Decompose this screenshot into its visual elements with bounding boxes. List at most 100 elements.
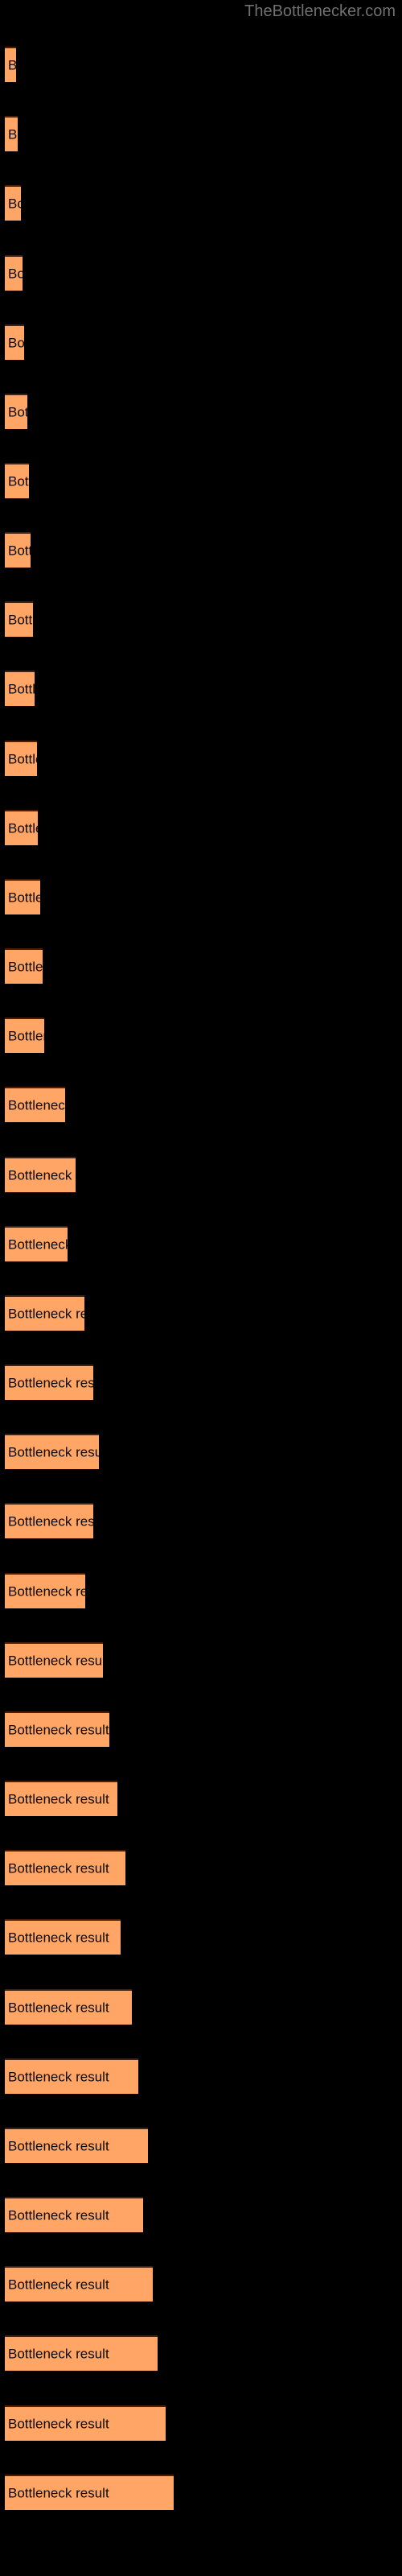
bar-row: Bottleneck result: [0, 1157, 402, 1192]
bar-label: Bottleneck result: [8, 2277, 109, 2293]
bar-label: Bottleneck result: [8, 2346, 109, 2362]
bar-label: Bottleneck result: [8, 2000, 109, 2016]
bar[interactable]: Bottleneck result: [5, 1364, 93, 1400]
bar[interactable]: Bottleneck result: [5, 741, 37, 776]
bar-row: Bottleneck result: [0, 2058, 402, 2094]
bar[interactable]: Bottleneck result: [5, 1711, 109, 1747]
bar-label: Bottleneck result: [8, 1097, 65, 1113]
bar[interactable]: Bottleneck result: [5, 2475, 174, 2510]
bar[interactable]: Bottleneck result: [5, 1018, 44, 1053]
bar-label: Bottleneck result: [8, 335, 24, 351]
bar-row: Bottleneck result: [0, 255, 402, 291]
bar[interactable]: Bottleneck result: [5, 1295, 84, 1331]
bar[interactable]: Bottleneck result: [5, 116, 18, 151]
bar[interactable]: Bottleneck result: [5, 1503, 93, 1538]
bar-label: Bottleneck result: [8, 1583, 85, 1600]
bar-row: Bottleneck result: [0, 1503, 402, 1538]
bar[interactable]: Bottleneck result: [5, 2197, 143, 2232]
bar-row: Bottleneck result: [0, 1850, 402, 1885]
bar-row: Bottleneck result: [0, 1573, 402, 1608]
bar-label: Bottleneck result: [8, 1306, 84, 1322]
bar-row: Bottleneck result: [0, 1711, 402, 1747]
bar-label: Bottleneck result: [8, 266, 23, 282]
bar[interactable]: Bottleneck result: [5, 671, 35, 706]
bar-label: Bottleneck result: [8, 2069, 109, 2085]
bar-row: Bottleneck result: [0, 2266, 402, 2301]
bar[interactable]: Bottleneck result: [5, 394, 27, 429]
bar-label: Bottleneck result: [8, 1167, 76, 1183]
bar[interactable]: Bottleneck result: [5, 463, 29, 498]
bar[interactable]: Bottleneck result: [5, 2128, 148, 2163]
bar[interactable]: Bottleneck result: [5, 2266, 153, 2301]
bar[interactable]: Bottleneck result: [5, 324, 24, 360]
bar-chart: TheBottlenecker.com Bottleneck resultBot…: [0, 0, 402, 2576]
bar-label: Bottleneck result: [8, 1930, 109, 1946]
bar-row: Bottleneck result: [0, 1295, 402, 1331]
bar[interactable]: Bottleneck result: [5, 601, 33, 637]
bar-label: Bottleneck result: [8, 751, 37, 767]
bar[interactable]: Bottleneck result: [5, 948, 43, 984]
bar-label: Bottleneck result: [8, 612, 33, 628]
bar-label: Bottleneck result: [8, 58, 16, 73]
bar-label: Bottleneck result: [8, 959, 43, 975]
bar[interactable]: Bottleneck result: [5, 255, 23, 291]
bar-label: Bottleneck result: [8, 1513, 93, 1530]
bar-row: Bottleneck result: [0, 1919, 402, 1955]
bar-row: Bottleneck result: [0, 185, 402, 221]
bar-row: Bottleneck result: [0, 879, 402, 914]
bar[interactable]: Bottleneck result: [5, 1642, 103, 1678]
bar-label: Bottleneck result: [8, 2207, 109, 2223]
bar[interactable]: Bottleneck result: [5, 1850, 125, 1885]
bar-label: Bottleneck result: [8, 820, 38, 836]
bar-row: Bottleneck result: [0, 47, 402, 82]
bar-row: Bottleneck result: [0, 948, 402, 984]
bar[interactable]: Bottleneck result: [5, 1919, 121, 1955]
bar-row: Bottleneck result: [0, 741, 402, 776]
bars-layer: Bottleneck result Bottleneck result Bottle…: [0, 0, 402, 2576]
bar-row: Bottleneck result: [0, 1226, 402, 1261]
bar-label: Bottleneck result: [8, 1028, 44, 1044]
bar-row: Bottleneck result: [0, 2475, 402, 2510]
bar-row: Bottleneck result: [0, 116, 402, 151]
bar-row: Bottleneck result: [0, 324, 402, 360]
bar-label: Bottleneck result: [8, 473, 29, 489]
bar-label: Bottleneck result: [8, 1722, 109, 1738]
bar[interactable]: Bottleneck result: [5, 810, 38, 845]
bar-row: Bottleneck result: [0, 1781, 402, 1816]
bar-label: Bottleneck result: [8, 196, 21, 212]
bar-row: Bottleneck result: [0, 810, 402, 845]
bar-row: Bottleneck result: [0, 2405, 402, 2441]
bar-row: Bottleneck result: [0, 1364, 402, 1400]
bar[interactable]: Bottleneck result: [5, 47, 16, 82]
bar-row: Bottleneck result: [0, 601, 402, 637]
bar-label: Bottleneck result: [8, 2416, 109, 2432]
bar[interactable]: Bottleneck result: [5, 1087, 65, 1122]
bar-label: Bottleneck result: [8, 404, 27, 420]
bar-label: Bottleneck result: [8, 2138, 109, 2154]
bar-label: Bottleneck result: [8, 126, 18, 142]
bar-row: Bottleneck result: [0, 671, 402, 706]
bar-label: Bottleneck result: [8, 1860, 109, 1876]
bar-row: Bottleneck result: [0, 532, 402, 568]
bar-row: Bottleneck result: [0, 2128, 402, 2163]
bar-row: Bottleneck result: [0, 1434, 402, 1469]
bar-row: Bottleneck result: [0, 394, 402, 429]
bar-row: Bottleneck result: [0, 463, 402, 498]
bar[interactable]: Bottleneck result: [5, 1989, 132, 2025]
bar[interactable]: Bottleneck result: [5, 1226, 68, 1261]
bar[interactable]: Bottleneck result: [5, 532, 31, 568]
bar-label: Bottleneck result: [8, 1236, 68, 1253]
bar[interactable]: Bottleneck result: [5, 2405, 166, 2441]
bar[interactable]: Bottleneck result: [5, 1781, 117, 1816]
bar[interactable]: Bottleneck result: [5, 879, 40, 914]
bar[interactable]: Bottleneck result: [5, 2335, 158, 2371]
bar[interactable]: Bottleneck result: [5, 1434, 99, 1469]
bar-label: Bottleneck result: [8, 1444, 99, 1460]
bar[interactable]: Bottleneck result: [5, 1573, 85, 1608]
bar[interactable]: Bottleneck result: [5, 2058, 138, 2094]
bar-label: Bottleneck result: [8, 681, 35, 697]
bar-row: Bottleneck result: [0, 1018, 402, 1053]
bar-row: Bottleneck result: [0, 1642, 402, 1678]
bar[interactable]: Bottleneck result: [5, 185, 21, 221]
bar[interactable]: Bottleneck result: [5, 1157, 76, 1192]
